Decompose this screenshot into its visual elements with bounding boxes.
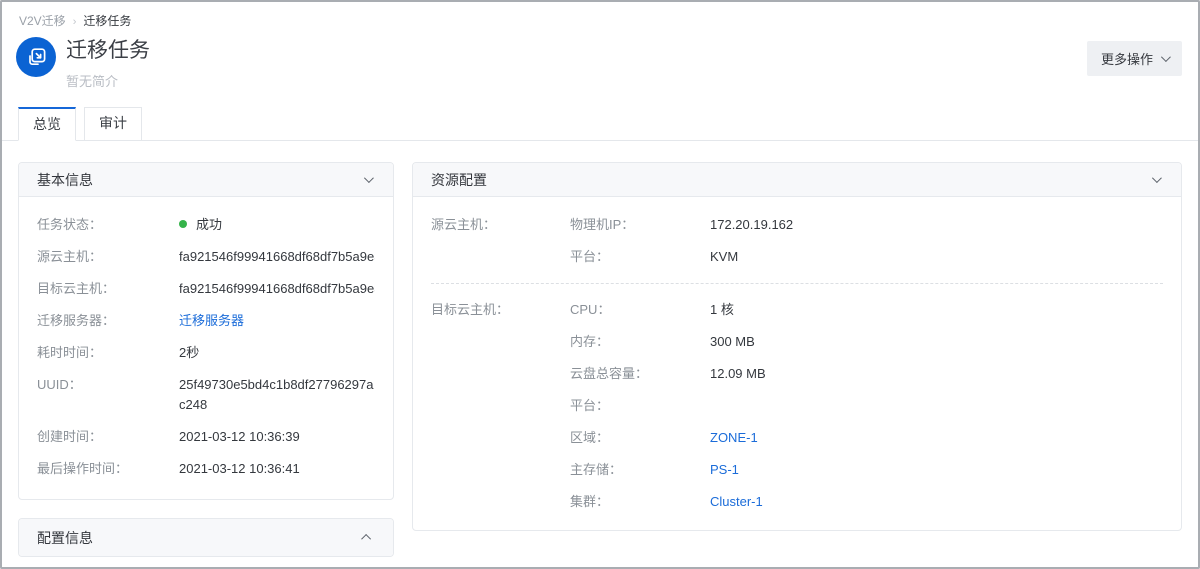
basic-info-panel-header[interactable]: 基本信息 [19,163,393,197]
breadcrumb-separator: › [73,16,77,28]
page-subtitle: 暂无简介 [66,71,150,90]
page-title: 迁移任务 [66,37,150,65]
chevron-down-icon [1161,52,1171,62]
info-row: 物理机IP：172.20.19.162 [570,215,793,235]
field-label: 源云主机： [37,247,179,267]
field-value: 2021-03-12 10:36:41 [179,459,375,479]
field-label: 云盘总容量： [570,364,710,384]
left-column: 基本信息 任务状态： 成功源云主机：fa921546f99941668df68df… [18,162,394,557]
field-value: fa921546f99941668df68df7b5a9e3 [179,279,375,299]
breadcrumb-current: 迁移任务 [83,14,131,28]
group-label: 源云主机： [431,215,570,279]
info-row: 耗时时间：2秒 [37,343,375,363]
resource-group: 源云主机：物理机IP：172.20.19.162平台：KVM [431,215,1163,279]
migration-task-icon [16,37,56,77]
info-row: 区域：ZONE-1 [570,428,766,448]
migration-task-detail-page: V2V迁移 › 迁移任务 迁移任务 暂无简介 更多操作 总览审计 基本信息 [0,0,1200,569]
info-row: 迁移服务器：迁移服务器 [37,311,375,331]
group-rows: CPU：1 核内存：300 MB云盘总容量：12.09 MB平台：区域：ZONE… [570,300,766,524]
field-value: 25f49730e5bd4c1b8df27796297ac248 [179,375,375,415]
field-label: 集群： [570,492,710,512]
info-row: CPU：1 核 [570,300,766,320]
field-value: Cluster-1 [710,492,763,512]
resource-group: 目标云主机：CPU：1 核内存：300 MB云盘总容量：12.09 MB平台：区… [431,283,1163,524]
field-value: 300 MB [710,332,755,352]
field-label: CPU： [570,300,710,320]
more-actions-label: 更多操作 [1101,49,1153,68]
field-label: 内存： [570,332,710,352]
field-label: 耗时时间： [37,343,179,363]
info-row: 集群：Cluster-1 [570,492,766,512]
chevron-up-icon [361,534,371,544]
value-link[interactable]: PS-1 [710,462,739,477]
content-area: 基本信息 任务状态：成功源云主机：fa921546f99941668df68df… [2,141,1198,557]
field-label: 目标云主机： [37,279,179,299]
resource-config-panel: 资源配置 源云主机：物理机IP：172.20.19.162平台：KVM目标云主机… [412,162,1182,531]
info-row: 创建时间：2021-03-12 10:36:39 [37,427,375,447]
more-actions-button[interactable]: 更多操作 [1087,41,1182,76]
tab-审计[interactable]: 审计 [84,107,142,141]
group-rows: 物理机IP：172.20.19.162平台：KVM [570,215,793,279]
breadcrumb: V2V迁移 › 迁移任务 [2,2,1198,30]
info-row: 主存储：PS-1 [570,460,766,480]
tab-bar: 总览审计 [2,107,1198,141]
info-row: 目标云主机：fa921546f99941668df68df7b5a9e3 [37,279,375,299]
field-value: KVM [710,247,738,267]
field-label: 创建时间： [37,427,179,447]
field-value: 2秒 [179,343,375,363]
field-value: 1 核 [710,300,734,320]
panel-title: 配置信息 [37,528,93,548]
chevron-down-icon [1152,173,1162,183]
basic-info-panel: 基本信息 任务状态： 成功源云主机：fa921546f99941668df68df… [18,162,394,500]
basic-info-body: 任务状态： 成功源云主机：fa921546f99941668df68df7b5a9… [19,197,393,499]
info-row: 源云主机：fa921546f99941668df68df7b5a9e3 [37,247,375,267]
field-label: 物理机IP： [570,215,710,235]
status-text: 成功 [196,217,222,232]
config-info-panel: 配置信息 [18,518,394,557]
resource-config-panel-header[interactable]: 资源配置 [413,163,1181,197]
tab-总览[interactable]: 总览 [18,107,76,141]
status-dot [179,220,187,228]
field-value: PS-1 [710,460,739,480]
field-value: 2021-03-12 10:36:39 [179,427,375,447]
info-row: 平台： [570,396,766,416]
field-value: 172.20.19.162 [710,215,793,235]
info-row: UUID：25f49730e5bd4c1b8df27796297ac248 [37,375,375,415]
page-header: 迁移任务 暂无简介 更多操作 [2,30,1198,90]
chevron-down-icon [364,173,374,183]
title-block: 迁移任务 暂无简介 [66,37,150,90]
value-link[interactable]: Cluster-1 [710,494,763,509]
right-column: 资源配置 源云主机：物理机IP：172.20.19.162平台：KVM目标云主机… [412,162,1182,531]
value-link[interactable]: ZONE-1 [710,430,758,445]
field-value: ZONE-1 [710,428,758,448]
info-row: 平台：KVM [570,247,793,267]
field-label: 平台： [570,247,710,267]
info-row: 内存：300 MB [570,332,766,352]
field-label: 主存储： [570,460,710,480]
info-row: 最后操作时间：2021-03-12 10:36:41 [37,459,375,479]
info-row: 云盘总容量：12.09 MB [570,364,766,384]
info-row: 任务状态： 成功 [37,215,375,235]
field-label: 平台： [570,396,710,416]
field-label: 迁移服务器： [37,311,179,331]
field-label: 最后操作时间： [37,459,179,479]
field-label: 任务状态： [37,215,179,235]
field-value: 迁移服务器 [179,311,375,331]
status-value: 成功 [179,215,375,235]
field-value: 12.09 MB [710,364,766,384]
config-info-panel-header[interactable]: 配置信息 [19,519,393,556]
panel-title: 基本信息 [37,170,93,190]
field-label: UUID： [37,375,179,415]
resource-config-body: 源云主机：物理机IP：172.20.19.162平台：KVM目标云主机：CPU：… [413,197,1181,530]
breadcrumb-link[interactable]: V2V迁移 [19,14,66,28]
field-value: fa921546f99941668df68df7b5a9e3 [179,247,375,267]
group-label: 目标云主机： [431,300,570,524]
value-link[interactable]: 迁移服务器 [179,313,244,328]
panel-title: 资源配置 [431,170,487,190]
field-label: 区域： [570,428,710,448]
